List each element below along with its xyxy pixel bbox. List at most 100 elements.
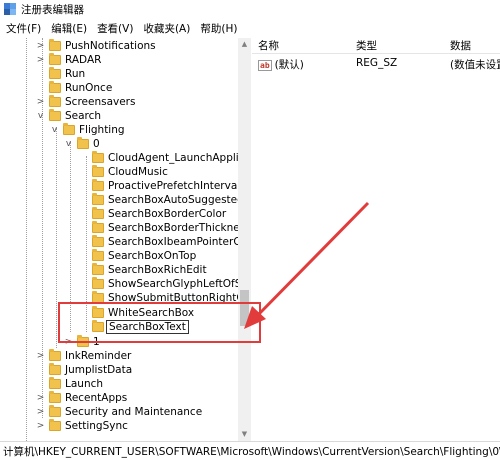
tree-item[interactable]: SearchBoxBorderThickness	[92, 221, 251, 235]
value-row[interactable]: ab(默认) REG_SZ (数值未设置)	[252, 56, 500, 72]
registry-editor-icon	[4, 3, 16, 15]
tree-guide-line	[56, 128, 57, 348]
folder-icon	[92, 151, 104, 163]
registry-tree: > PushNotifications > RADAR Run RunOnce …	[0, 38, 251, 441]
tree-item-label: 0	[93, 138, 100, 150]
folder-icon	[92, 277, 104, 289]
tree-item[interactable]: > RADAR	[36, 53, 101, 67]
tree-item[interactable]: JumplistData	[36, 363, 132, 377]
folder-open-icon	[49, 109, 61, 121]
tree-item[interactable]: CloudMusic	[92, 165, 168, 179]
expand-chevron-icon[interactable]: >	[36, 351, 45, 361]
folder-icon	[92, 207, 104, 219]
tree-item[interactable]: > RecentApps	[36, 391, 127, 405]
tree-item-label: Flighting	[79, 124, 125, 136]
menu-favorites[interactable]: 收藏夹(A)	[139, 21, 194, 36]
column-header-data[interactable]: 数据	[450, 38, 471, 53]
tree-item[interactable]: > Screensavers	[36, 95, 135, 109]
expand-chevron-icon[interactable]: >	[36, 41, 45, 51]
annotation-highlight-box	[58, 302, 261, 343]
tree-item-label: ProactivePrefetchIntervalMi	[108, 180, 251, 192]
tree-item-label: Search	[65, 110, 102, 122]
folder-icon	[49, 363, 61, 375]
tree-item-search[interactable]: v Search	[36, 109, 101, 123]
tree-item[interactable]: > SettingSync	[36, 419, 128, 433]
tree-item-label: SearchBoxOnTop	[108, 250, 197, 262]
folder-icon	[49, 391, 61, 403]
tree-item[interactable]: SearchBoxIbeamPointerOnH	[92, 235, 250, 249]
folder-icon	[92, 235, 104, 247]
tree-item[interactable]: ProactivePrefetchIntervalMi	[92, 179, 251, 193]
tree-item[interactable]: ShowSearchGlyphLeftOfSea	[92, 277, 251, 291]
menu-view[interactable]: 查看(V)	[93, 21, 137, 36]
tree-item-label: SearchBoxBorderColor	[108, 208, 227, 220]
tree-item[interactable]: > Security and Maintenance	[36, 405, 202, 419]
tree-item-label: CloudAgent_LaunchApplica	[108, 152, 251, 164]
tree-item[interactable]: > InkReminder	[36, 349, 131, 363]
tree-item-label: RunOnce	[65, 82, 113, 94]
menu-help[interactable]: 帮助(H)	[196, 21, 241, 36]
scroll-down-arrow-icon[interactable]: ▼	[238, 428, 251, 440]
collapse-chevron-icon[interactable]: v	[64, 139, 73, 149]
tree-item-label: RecentApps	[65, 392, 128, 404]
tree-item[interactable]: CloudAgent_LaunchApplica	[92, 151, 251, 165]
folder-icon	[49, 95, 61, 107]
folder-icon	[92, 249, 104, 261]
tree-item-label: Run	[65, 68, 86, 80]
expand-chevron-icon[interactable]: >	[36, 393, 45, 403]
expand-chevron-icon[interactable]: >	[36, 421, 45, 431]
status-path: 计算机\HKEY_CURRENT_USER\SOFTWARE\Microsoft…	[3, 445, 500, 458]
tree-item[interactable]: SearchBoxAutoSuggestedF	[92, 193, 250, 207]
column-header-name[interactable]: 名称	[258, 38, 279, 53]
folder-icon	[92, 193, 104, 205]
tree-item[interactable]: SearchBoxRichEdit	[92, 263, 207, 277]
expand-chevron-icon[interactable]: >	[36, 55, 45, 65]
folder-icon	[49, 67, 61, 79]
folder-icon	[49, 405, 61, 417]
expand-chevron-icon[interactable]: >	[36, 97, 45, 107]
value-data: (数值未设置)	[450, 59, 500, 71]
tree-item-label: RADAR	[65, 54, 102, 66]
window-title: 注册表编辑器	[21, 3, 84, 16]
title-bar: 注册表编辑器	[0, 0, 500, 18]
tree-item-flighting[interactable]: v Flighting	[50, 123, 125, 137]
expand-chevron-icon[interactable]: >	[36, 407, 45, 417]
tree-item-label: SearchBoxRichEdit	[108, 264, 207, 276]
folder-icon	[49, 419, 61, 431]
folder-icon	[92, 179, 104, 191]
collapse-chevron-icon[interactable]: v	[50, 125, 59, 135]
tree-item[interactable]: SearchBoxOnTop	[92, 249, 196, 263]
tree-item[interactable]: Launch	[36, 377, 103, 391]
tree-item-label: SettingSync	[65, 420, 128, 432]
tree-item-label: SearchBoxBorderThickness	[108, 222, 251, 234]
tree-item[interactable]: RunOnce	[36, 81, 112, 95]
menu-bar: 文件(F) 编辑(E) 查看(V) 收藏夹(A) 帮助(H)	[0, 19, 500, 37]
tree-scrollbar[interactable]: ▲ ▼	[238, 38, 251, 441]
status-bar: 计算机\HKEY_CURRENT_USER\SOFTWARE\Microsoft…	[0, 441, 500, 460]
tree-item-label: Launch	[65, 378, 104, 390]
tree-item-label: Security and Maintenance	[65, 406, 203, 418]
scroll-up-arrow-icon[interactable]: ▲	[238, 38, 251, 50]
tree-item-label: CloudMusic	[108, 166, 168, 178]
value-name: (默认)	[274, 59, 304, 71]
column-header-type[interactable]: 类型	[356, 38, 377, 53]
tree-item-label: InkReminder	[65, 350, 132, 362]
folder-open-icon	[77, 137, 89, 149]
menu-file[interactable]: 文件(F)	[2, 21, 45, 36]
folder-icon	[49, 81, 61, 93]
tree-item-zero[interactable]: v 0	[64, 137, 100, 151]
collapse-chevron-icon[interactable]: v	[36, 111, 45, 121]
folder-icon	[92, 263, 104, 275]
tree-item[interactable]: SearchBoxBorderColor	[92, 207, 226, 221]
menu-edit[interactable]: 编辑(E)	[47, 21, 91, 36]
folder-icon	[49, 53, 61, 65]
folder-icon	[49, 39, 61, 51]
folder-icon	[92, 221, 104, 233]
tree-item[interactable]: Run	[36, 67, 85, 81]
folder-icon	[49, 377, 61, 389]
tree-item-label: ShowSearchGlyphLeftOfSea	[108, 278, 251, 290]
tree-guide-line	[26, 38, 27, 441]
tree-item-label: SearchBoxAutoSuggestedF	[108, 194, 250, 206]
tree-item[interactable]: > PushNotifications	[36, 39, 156, 53]
value-type: REG_SZ	[356, 57, 398, 69]
